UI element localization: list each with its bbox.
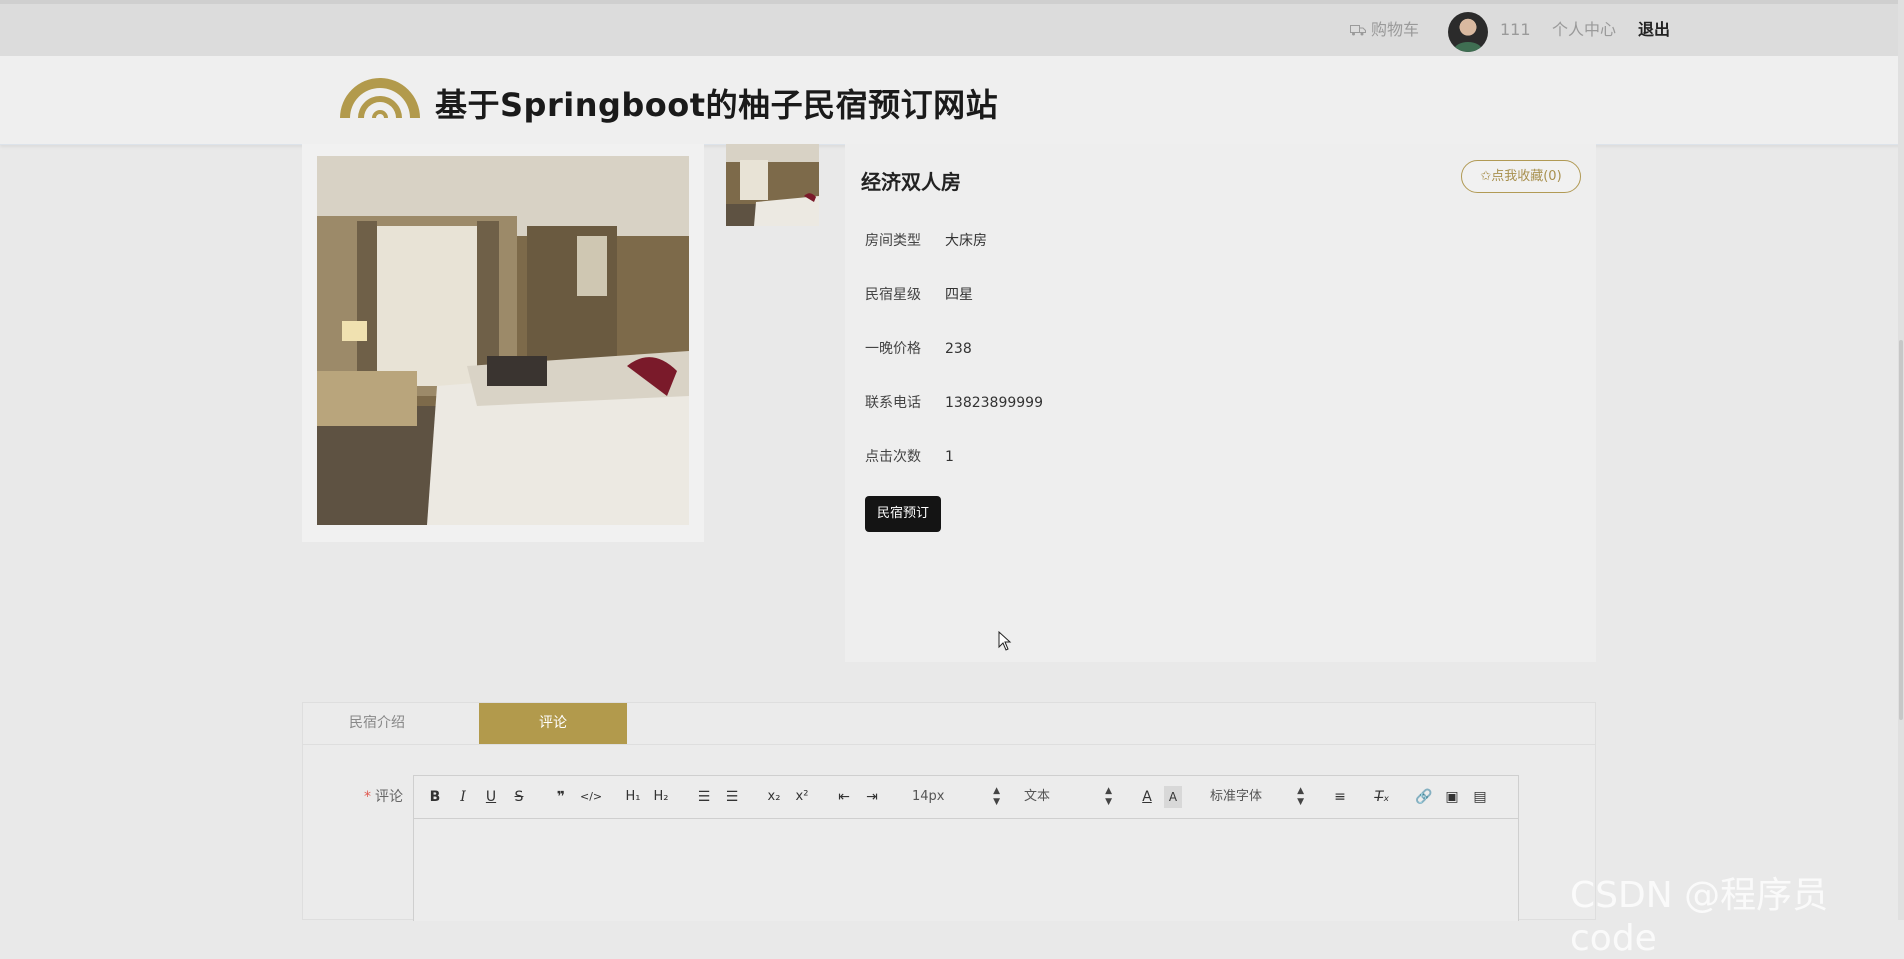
info-value: 13823899999 [945, 395, 1043, 411]
font-color-icon[interactable]: A [1138, 786, 1156, 808]
avatar[interactable] [1448, 12, 1488, 52]
page-scrollbar[interactable] [1898, 0, 1904, 920]
subscript-icon[interactable]: x₂ [764, 786, 784, 808]
main-photo-frame [302, 144, 704, 542]
bullet-list-icon[interactable]: ☰ [722, 786, 742, 808]
header2-icon[interactable]: H₂ [650, 786, 672, 808]
outdent-icon[interactable]: ⇤ [834, 786, 854, 808]
header-select-value: 文本 [1024, 789, 1051, 804]
top-bar: 购物车 111 个人中心 退出 [0, 0, 1904, 56]
site-header: 基于Springboot的柚子民宿预订网站 [0, 56, 1904, 145]
font-family-select[interactable]: 标准字体 ▲ ▼ [1210, 786, 1304, 808]
required-mark: * [364, 789, 371, 805]
site-title[interactable]: 基于Springboot的柚子民宿预订网站 [435, 80, 998, 126]
book-button[interactable]: 民宿预订 [865, 496, 941, 532]
info-key: 一晚价格 [865, 341, 921, 357]
italic-icon[interactable]: I [454, 786, 472, 808]
info-key: 民宿星级 [865, 287, 921, 303]
personal-center-link[interactable]: 个人中心 [1552, 4, 1616, 56]
blockquote-icon[interactable]: ❞ [552, 786, 570, 808]
header-select[interactable]: 文本 ▲ ▼ [1024, 786, 1112, 808]
strike-icon[interactable]: S [510, 786, 528, 808]
site-logo[interactable] [336, 70, 424, 126]
room-name: 经济双人房 [861, 170, 961, 194]
align-icon[interactable]: ≡ [1330, 786, 1350, 808]
logout-link[interactable]: 退出 [1638, 4, 1670, 56]
info-value: 1 [945, 449, 954, 465]
scrollbar-thumb[interactable] [1899, 340, 1903, 720]
truck-icon [1350, 25, 1366, 36]
info-value: 四星 [945, 287, 973, 303]
comment-label-text: 评论 [375, 789, 403, 805]
header1-icon[interactable]: H₁ [622, 786, 644, 808]
thumbnail-strip [715, 144, 841, 226]
cart-label: 购物车 [1371, 20, 1420, 39]
code-block-icon[interactable]: </> [580, 786, 602, 808]
tab-introduction[interactable]: 民宿介绍 [303, 703, 451, 744]
bold-icon[interactable]: B [426, 786, 444, 808]
editor-toolbar: B I U S ❞ </> H₁ H₂ ☰ ☰ x₂ x² ⇤ ⇥ 14px ▲ ▼… [414, 776, 1518, 819]
select-arrows-icon: ▲ ▼ [993, 786, 1000, 807]
link-icon[interactable]: 🔗 [1414, 786, 1434, 808]
room-photo [317, 156, 689, 525]
background-color-icon[interactable]: A [1164, 786, 1182, 808]
select-arrows-icon: ▲ ▼ [1105, 786, 1112, 807]
info-row-room-type: 房间类型 大床房 [865, 230, 987, 250]
superscript-icon[interactable]: x² [792, 786, 812, 808]
info-row-clicks: 点击次数 1 [865, 446, 954, 466]
info-row-star-level: 民宿星级 四星 [865, 284, 973, 304]
video-icon[interactable]: ▤ [1470, 786, 1490, 808]
username[interactable]: 111 [1500, 4, 1531, 56]
underline-icon[interactable]: U [482, 786, 500, 808]
info-key: 点击次数 [865, 449, 921, 465]
info-row-price: 一晚价格 238 [865, 338, 972, 358]
select-arrows-icon: ▲ ▼ [1297, 786, 1304, 807]
font-family-value: 标准字体 [1210, 789, 1263, 804]
tab-comments[interactable]: 评论 [479, 703, 627, 744]
font-size-value: 14px [912, 789, 945, 804]
room-info-panel: 经济双人房 ✩点我收藏(0) 房间类型 大床房 民宿星级 四星 一晚价格 238 联系… [845, 144, 1596, 662]
favorite-button[interactable]: ✩点我收藏(0) [1461, 160, 1581, 193]
ordered-list-icon[interactable]: ☰ [694, 786, 714, 808]
font-size-select[interactable]: 14px ▲ ▼ [912, 786, 1000, 808]
clear-format-icon[interactable]: T̶ₓ [1372, 786, 1392, 808]
watermark: CSDN @程序员code [1570, 875, 1829, 959]
cart-link[interactable]: 购物车 [1350, 4, 1419, 56]
indent-icon[interactable]: ⇥ [862, 786, 882, 808]
room-thumbnail[interactable] [726, 144, 819, 226]
info-value: 大床房 [945, 233, 987, 249]
rich-text-editor: B I U S ❞ </> H₁ H₂ ☰ ☰ x₂ x² ⇤ ⇥ 14px ▲ ▼… [413, 775, 1519, 921]
mouse-cursor-icon [998, 631, 1012, 651]
info-key: 联系电话 [865, 395, 921, 411]
info-row-phone: 联系电话 13823899999 [865, 392, 1043, 412]
info-key: 房间类型 [865, 233, 921, 249]
comment-label: * 评论 [364, 786, 403, 806]
info-value: 238 [945, 341, 972, 357]
image-icon[interactable]: ▣ [1442, 786, 1462, 808]
detail-tabs: 民宿介绍 评论 * 评论 B I U S ❞ </> H₁ H₂ ☰ ☰ x₂ x… [302, 702, 1596, 921]
tab-bar: 民宿介绍 评论 [303, 703, 1595, 745]
